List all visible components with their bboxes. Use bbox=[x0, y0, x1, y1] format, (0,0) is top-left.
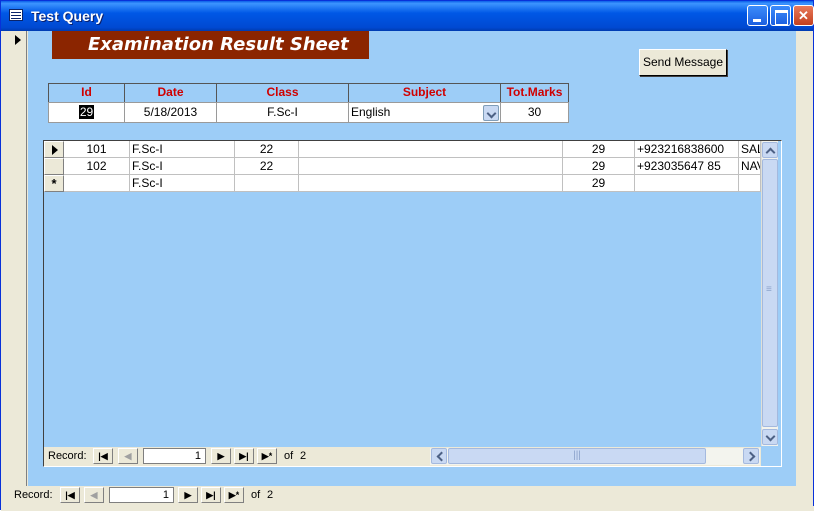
blank-cell[interactable] bbox=[299, 141, 563, 158]
of-label: of bbox=[284, 450, 294, 462]
of-label: of bbox=[251, 489, 261, 501]
header-class: Class bbox=[216, 83, 349, 102]
access-window: Test Query Examination Result Sheet Send… bbox=[0, 0, 814, 511]
vertical-scroll-thumb[interactable] bbox=[762, 159, 778, 427]
class-field[interactable]: F.Sc-I bbox=[216, 102, 349, 123]
num-cell[interactable] bbox=[235, 175, 299, 192]
record-selector[interactable] bbox=[9, 31, 27, 486]
row-selector[interactable] bbox=[44, 158, 64, 175]
subject-combobox[interactable]: English bbox=[348, 102, 501, 123]
id-value: 29 bbox=[78, 105, 95, 119]
new-record-star-icon[interactable]: * bbox=[44, 175, 64, 192]
id-field[interactable]: 29 bbox=[48, 102, 125, 123]
main-record-navigator: Record: |◀ ◀ 1 ▶ ▶| ▶* of 2 bbox=[9, 486, 799, 505]
window-edge bbox=[1, 31, 4, 511]
results-subform: 101 F.Sc-I 22 29 +923216838600 SAL 102 F… bbox=[43, 140, 782, 467]
window-bottom-edge bbox=[1, 506, 814, 511]
scroll-up-icon[interactable] bbox=[762, 142, 778, 158]
phone-cell[interactable]: +923216838600 bbox=[635, 141, 739, 158]
class-cell[interactable]: F.Sc-I bbox=[130, 141, 235, 158]
record-label: Record: bbox=[48, 450, 87, 462]
chevron-down-icon[interactable] bbox=[483, 105, 499, 121]
num-cell[interactable]: 22 bbox=[235, 141, 299, 158]
prev-record-icon[interactable]: ◀ bbox=[118, 448, 138, 464]
record-total: 2 bbox=[267, 489, 274, 501]
header-date: Date bbox=[124, 83, 217, 102]
subform-record-navigator: Record: |◀ ◀ 1 ▶ ▶| ▶* of 2 ||| bbox=[44, 447, 761, 466]
blank-cell[interactable] bbox=[299, 158, 563, 175]
window-title: Test Query bbox=[31, 8, 104, 24]
blank-cell[interactable] bbox=[299, 175, 563, 192]
name-cell[interactable] bbox=[739, 175, 761, 192]
vertical-scrollbar[interactable] bbox=[761, 141, 778, 446]
next-record-icon[interactable]: ▶ bbox=[178, 487, 198, 503]
next-record-icon[interactable]: ▶ bbox=[211, 448, 231, 464]
marks-cell[interactable]: 29 bbox=[563, 141, 635, 158]
marks-cell[interactable]: 29 bbox=[563, 158, 635, 175]
maximize-button[interactable] bbox=[770, 5, 791, 26]
title-bar[interactable]: Test Query bbox=[1, 1, 814, 31]
close-button[interactable] bbox=[793, 5, 814, 26]
record-number-input[interactable]: 1 bbox=[143, 448, 206, 464]
phone-cell[interactable]: +923035647 85 bbox=[635, 158, 739, 175]
new-record-row[interactable]: * F.Sc-I 29 bbox=[44, 175, 764, 192]
num-cell[interactable]: 22 bbox=[235, 158, 299, 175]
class-cell[interactable]: F.Sc-I bbox=[130, 175, 235, 192]
row-selector[interactable] bbox=[44, 141, 64, 158]
header-subject: Subject bbox=[348, 83, 501, 102]
roll-cell[interactable]: 101 bbox=[64, 141, 130, 158]
scroll-left-icon[interactable] bbox=[431, 448, 447, 464]
table-row[interactable]: 102 F.Sc-I 22 29 +923035647 85 NAV bbox=[44, 158, 764, 175]
form-icon[interactable] bbox=[9, 9, 23, 21]
current-record-arrow-icon bbox=[15, 35, 21, 45]
scroll-down-icon[interactable] bbox=[762, 429, 778, 445]
last-record-icon[interactable]: ▶| bbox=[201, 487, 221, 503]
horizontal-scroll-thumb[interactable]: ||| bbox=[448, 448, 706, 464]
table-row[interactable]: 101 F.Sc-I 22 29 +923216838600 SAL bbox=[44, 141, 764, 158]
name-cell[interactable]: NAV bbox=[739, 158, 761, 175]
marks-cell[interactable]: 29 bbox=[563, 175, 635, 192]
roll-cell[interactable]: 102 bbox=[64, 158, 130, 175]
record-total: 2 bbox=[300, 450, 307, 462]
current-row-arrow-icon bbox=[52, 145, 58, 155]
phone-cell[interactable] bbox=[635, 175, 739, 192]
form-detail-section: Examination Result Sheet Send Message Id… bbox=[28, 31, 796, 486]
horizontal-scrollbar[interactable]: ||| bbox=[430, 448, 760, 465]
prev-record-icon[interactable]: ◀ bbox=[84, 487, 104, 503]
minimize-button[interactable] bbox=[747, 5, 768, 26]
scroll-right-icon[interactable] bbox=[743, 448, 759, 464]
tot-marks-field[interactable]: 30 bbox=[500, 102, 569, 123]
record-number-input[interactable]: 1 bbox=[109, 487, 174, 503]
name-cell[interactable]: SAL bbox=[739, 141, 761, 158]
date-field[interactable]: 5/18/2013 bbox=[124, 102, 217, 123]
send-message-button[interactable]: Send Message bbox=[639, 49, 727, 76]
last-record-icon[interactable]: ▶| bbox=[234, 448, 254, 464]
new-record-icon[interactable]: ▶* bbox=[257, 448, 277, 464]
first-record-icon[interactable]: |◀ bbox=[60, 487, 80, 503]
form-banner-title: Examination Result Sheet bbox=[52, 31, 369, 59]
roll-cell[interactable] bbox=[64, 175, 130, 192]
header-id: Id bbox=[48, 83, 125, 102]
record-label: Record: bbox=[14, 489, 53, 501]
first-record-icon[interactable]: |◀ bbox=[93, 448, 113, 464]
new-record-icon[interactable]: ▶* bbox=[224, 487, 244, 503]
class-cell[interactable]: F.Sc-I bbox=[130, 158, 235, 175]
header-tot-marks: Tot.Marks bbox=[500, 83, 569, 102]
subject-value: English bbox=[351, 105, 391, 119]
